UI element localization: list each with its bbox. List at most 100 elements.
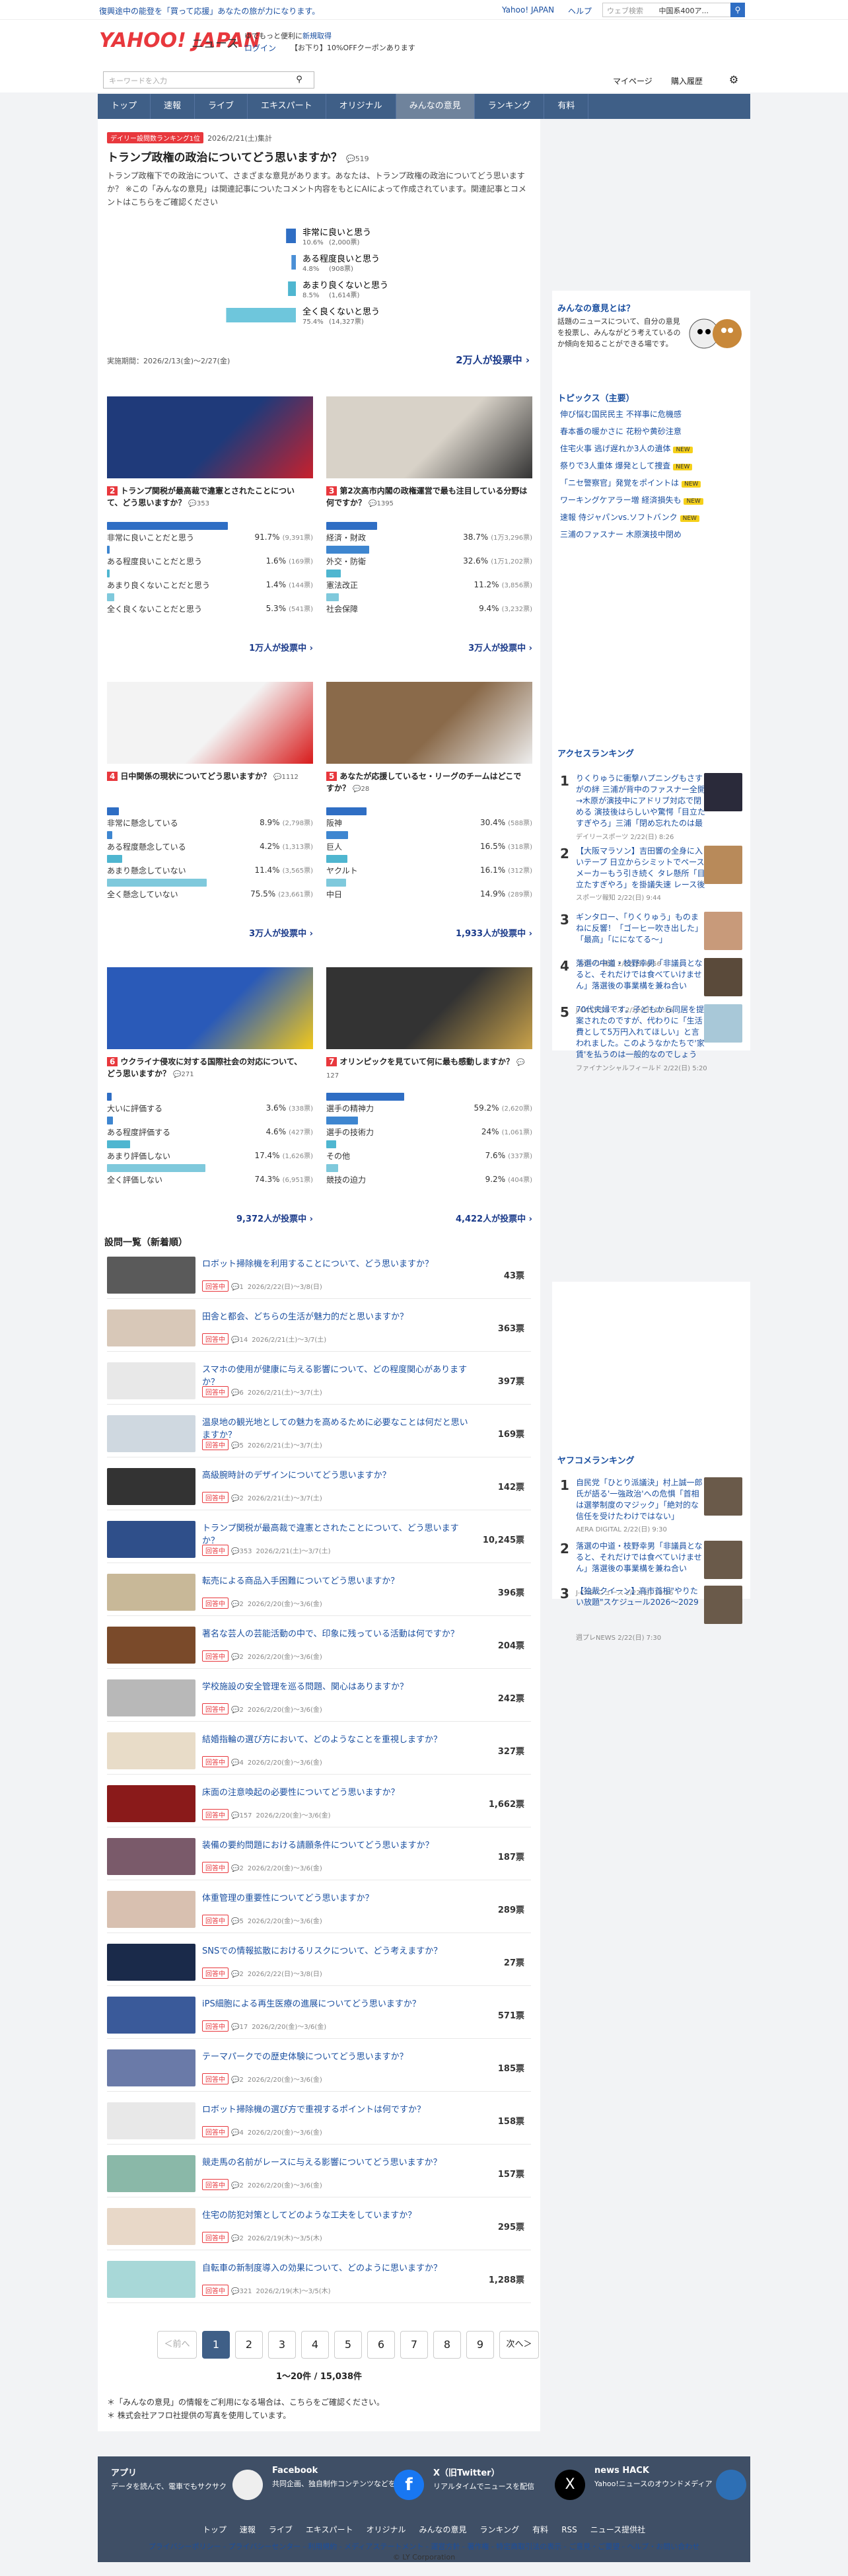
footer-x[interactable]: X（旧Twitter） リアルタイムでニュースを配信 X — [433, 2466, 585, 2512]
login-link[interactable]: ログイン — [244, 42, 276, 54]
footer-nav-item[interactable]: RSS — [561, 2525, 577, 2534]
pager-page-1[interactable]: 1 — [202, 2331, 230, 2359]
list-item-question[interactable]: 著名な芸人の芸能活動の中で、印象に残っている活動は何ですか？ — [202, 1627, 473, 1639]
rank-headline[interactable]: りくりゅうに衝撃ハプニングもさすがの絆 三浦が背中のファスナー全開→木原が演技中… — [576, 773, 705, 830]
gear-icon[interactable]: ⚙ — [725, 71, 742, 89]
footer-legal-links[interactable]: プライバシーポリシー - プライバシーセンター - 利用規約 - メディアステー… — [98, 2541, 750, 2552]
pager-page-7[interactable]: 7 — [400, 2331, 428, 2359]
history-link[interactable]: 購入履歴 — [671, 75, 703, 87]
topic-title[interactable]: 「ニセ警察官」発覚をポイントは — [560, 478, 679, 488]
poll-card-image[interactable] — [107, 682, 313, 764]
poll-card-image[interactable] — [326, 967, 532, 1049]
nav-breaking[interactable]: 速報 — [151, 94, 195, 119]
rank-headline[interactable]: ギンタロー、「りくりゅう」ものまねに反響！「ゴーヒー吹き出した」「最高」「ににな… — [576, 912, 705, 945]
list-item[interactable]: ロボット掃除機を利用することについて、どう思いますか？ 回答中 💬1 2026/2/2… — [107, 1251, 531, 1299]
list-item-question[interactable]: テーマパークでの歴史体験についてどう思いますか？ — [202, 2049, 473, 2062]
list-item-question[interactable]: ロボット掃除機を利用することについて、どう思いますか？ — [202, 1257, 473, 1269]
rank-headline[interactable]: 【大阪マラソン】吉田響の全身に入いテープ 日立からシミットでペースメーカーもう引… — [576, 846, 705, 891]
yahoo-ranking-item[interactable]: 1 自民党「ひとり派議決」村上誠一郎氏が語る'一強政治'への危惧「首相は選挙制度の… — [560, 1477, 742, 1533]
topic-title[interactable]: 祭りで3人重体 爆発として捜査 — [560, 461, 670, 470]
list-item[interactable]: スマホの使用が健康に与える影響について、どの程度関心がありますか？ 回答中 💬6 20… — [107, 1357, 531, 1405]
list-item-question[interactable]: iPS細胞による再生医療の進展についてどう思いますか？ — [202, 1997, 473, 2009]
list-item-question[interactable]: 結婚指輪の選び方において、どのようなことを重視しますか？ — [202, 1732, 473, 1745]
poll-vote-link[interactable]: 3万人が投票中 › — [468, 641, 532, 653]
list-item[interactable]: 学校施設の安全管理を巡る問題、関心はありますか？ 回答中 💬2 2026/2/20(金… — [107, 1674, 531, 1722]
topic-title[interactable]: 速報 侍ジャパンvs.ソフトバンク — [560, 513, 678, 522]
list-item-question[interactable]: 高級腕時計のデザインについてどう思いますか？ — [202, 1468, 473, 1481]
search-icon[interactable]: ⚲ — [292, 73, 306, 87]
nav-opinion[interactable]: みんなの意見 — [396, 94, 475, 119]
list-item[interactable]: 床面の注意喚起の必要性についてどう思いますか？ 回答中 💬157 2026/2/20(… — [107, 1780, 531, 1827]
list-item-question[interactable]: 装備の要約問題における請願条件についてどう思いますか？ — [202, 1838, 473, 1851]
list-item[interactable]: ロボット掃除機の選び方で重視するポイントは何ですか？ 回答中 💬4 2026/2/20… — [107, 2097, 531, 2145]
list-item[interactable]: 転売による商品入手困難についてどう思いますか？ 回答中 💬2 2026/2/20(金)… — [107, 1568, 531, 1616]
poll-vote-link[interactable]: 9,372人が投票中 › — [236, 1212, 313, 1224]
footer-nav-item[interactable]: 速報 — [240, 2525, 256, 2534]
footer-nav-item[interactable]: ランキング — [480, 2525, 520, 2534]
topic-item[interactable]: 三浦のファスナー 木原演技中閉め — [560, 529, 682, 540]
list-item[interactable]: 著名な芸人の芸能活動の中で、印象に残っている活動は何ですか？ 回答中 💬2 2026/… — [107, 1621, 531, 1669]
list-item-question[interactable]: 転売による商品入手困難についてどう思いますか？ — [202, 1574, 473, 1586]
pager-page-8[interactable]: 8 — [433, 2331, 461, 2359]
list-item[interactable]: テーマパークでの歴史体験についてどう思いますか？ 回答中 💬2 2026/2/20(金… — [107, 2044, 531, 2092]
footer-nav-item[interactable]: ニュース提供社 — [590, 2525, 645, 2534]
poll-vote-link[interactable]: 1万人が投票中 › — [249, 641, 313, 653]
list-item[interactable]: 体重管理の重要性についてどう思いますか？ 回答中 💬5 2026/2/20(金)〜3/… — [107, 1886, 531, 1933]
poll-vote-link[interactable]: 3万人が投票中 › — [249, 926, 313, 939]
poll-vote-link[interactable]: 4,422人が投票中 › — [456, 1212, 532, 1224]
nav-expert[interactable]: エキスパート — [248, 94, 326, 119]
list-item[interactable]: 住宅の防犯対策としてどのような工夫をしていますか？ 回答中 💬2 2026/2/19(… — [107, 2203, 531, 2250]
list-item-question[interactable]: 体重管理の重要性についてどう思いますか？ — [202, 1891, 473, 1903]
topic-item[interactable]: 伸び悩む国民民主 不祥事に危機感 — [560, 408, 682, 420]
nav-original[interactable]: オリジナル — [326, 94, 396, 119]
poll-card-question[interactable]: 日中関係の現状についてどう思いますか？ — [120, 772, 271, 781]
footer-nav-item[interactable]: トップ — [203, 2525, 227, 2534]
list-item-question[interactable]: スマホの使用が健康に与える影響について、どの程度関心がありますか？ — [202, 1362, 473, 1387]
topic-title[interactable]: 住宅火事 逃げ遅れか3人の遺体 — [560, 444, 670, 453]
footer-nav-item[interactable]: 有料 — [532, 2525, 548, 2534]
list-item-question[interactable]: ロボット掃除機の選び方で重視するポイントは何ですか？ — [202, 2102, 473, 2115]
poll-card-image[interactable] — [107, 396, 313, 478]
list-item-question[interactable]: 競走馬の名前がレースに与える影響についてどう思いますか？ — [202, 2155, 473, 2168]
list-item-question[interactable]: 床面の注意喚起の必要性についてどう思いますか？ — [202, 1785, 473, 1798]
footer-facebook[interactable]: Facebook 共同企画、独自制作コンテンツなどを投稿 f — [272, 2466, 424, 2512]
footer-nav-item[interactable]: ライブ — [269, 2525, 293, 2534]
list-item[interactable]: 田舎と都会、どちらの生活が魅力的だと思いますか？ 回答中 💬14 2026/2/21(… — [107, 1304, 531, 1352]
nav-top[interactable]: トップ — [98, 94, 151, 119]
footer-newshack[interactable]: news HACK Yahoo!ニュースのオウンドメディア — [594, 2466, 746, 2512]
poll-card-question[interactable]: 第2次高市内閣の政権運営で最も注目している分野は何ですか？ — [326, 486, 527, 507]
list-item-question[interactable]: 学校施設の安全管理を巡る問題、関心はありますか？ — [202, 1679, 473, 1692]
poll-card-image[interactable] — [326, 396, 532, 478]
pager-page-6[interactable]: 6 — [367, 2331, 395, 2359]
pager-prev-button[interactable]: ＜前へ — [157, 2331, 197, 2359]
pager-page-5[interactable]: 5 — [334, 2331, 362, 2359]
topic-title[interactable]: 伸び悩む国民民主 不祥事に危機感 — [560, 410, 682, 419]
web-search-input[interactable]: ウェブ検索 中国系400ア... — [602, 3, 741, 17]
list-item[interactable]: 競走馬の名前がレースに与える影響についてどう思いますか？ 回答中 💬2 2026/2/… — [107, 2150, 531, 2197]
pager-page-9[interactable]: 9 — [466, 2331, 494, 2359]
topic-item[interactable]: 住宅火事 逃げ遅れか3人の遺体 NEW — [560, 443, 693, 454]
poll-card-image[interactable] — [326, 682, 532, 764]
topic-item[interactable]: 祭りで3人重体 爆発として捜査 NEW — [560, 460, 693, 471]
list-item[interactable]: 結婚指輪の選び方において、どのようなことを重視しますか？ 回答中 💬4 2026/2/… — [107, 1727, 531, 1775]
list-item[interactable]: トランプ関税が最高裁で違憲とされたことについて、どう思いますか？ 回答中 💬353 2… — [107, 1516, 531, 1563]
rank-headline[interactable]: 落選の中道・枝野幸男「非議員となると、それだけでは食べていけません」落選後の事業… — [576, 958, 705, 992]
list-item-question[interactable]: SNSでの情報拡散におけるリスクについて、どう考えますか？ — [202, 1944, 473, 1956]
topic-item[interactable]: ワーキングケアラー増 経済損失も NEW — [560, 494, 703, 505]
list-item[interactable]: 自転車の新制度導入の効果について、どのように思いますか？ 回答中 💬321 2026/… — [107, 2256, 531, 2303]
access-ranking-item[interactable]: 5 70代夫婦です。子どもから同居を提案されたのですが、代わりに「生活費として5万… — [560, 1004, 742, 1072]
footer-app[interactable]: アプリ データを読んで、電車でもサクサク — [111, 2466, 263, 2512]
topic-item[interactable]: 速報 侍ジャパンvs.ソフトバンク NEW — [560, 511, 699, 523]
yahoo-ranking-item[interactable]: 3 【独裁クイーン】高市首相"やりたい放題"スケジュール2026〜2029 週プレN… — [560, 1586, 742, 1642]
access-ranking-item[interactable]: 1 りくりゅうに衝撃ハプニングもさすがの絆 三浦が背中のファスナー全開→木原が演技… — [560, 773, 742, 841]
rank-headline[interactable]: 【独裁クイーン】高市首相"やりたい放題"スケジュール2026〜2029 — [576, 1586, 705, 1608]
mypage-link[interactable]: マイページ — [613, 75, 653, 87]
poll-vote-link[interactable]: 1,933人が投票中 › — [456, 926, 532, 939]
nav-ranking[interactable]: ランキング — [475, 94, 545, 119]
coupon-link[interactable]: 【お下り】10%OFFクーポンあります — [291, 42, 415, 53]
poll-card-image[interactable] — [107, 967, 313, 1049]
list-item[interactable]: 高級腕時計のデザインについてどう思いますか？ 回答中 💬2 2026/2/21(土)〜… — [107, 1463, 531, 1510]
yahoo-japan-link[interactable]: Yahoo! JAPAN — [502, 5, 554, 15]
list-item-question[interactable]: 自転車の新制度導入の効果について、どのように思いますか？ — [202, 2261, 473, 2273]
topic-item[interactable]: 「ニセ警察官」発覚をポイントは NEW — [560, 477, 701, 488]
